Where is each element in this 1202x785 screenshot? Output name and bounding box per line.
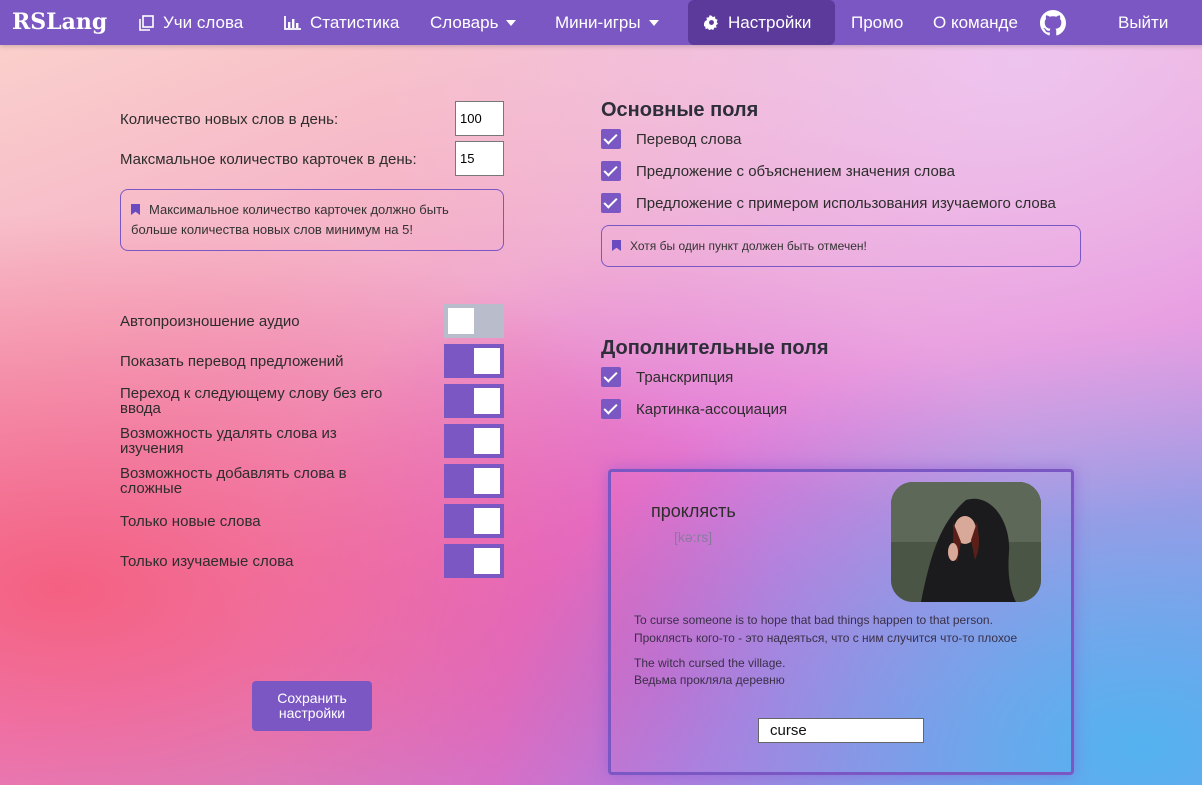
checkbox-label: Перевод слова xyxy=(636,131,742,148)
checkbox-label: Картинка-ассоциация xyxy=(636,401,788,418)
gear-icon xyxy=(704,15,719,30)
toggle-skip-input[interactable] xyxy=(444,384,504,418)
card-word: проклясть xyxy=(651,501,736,521)
checkbox-association-image[interactable] xyxy=(601,399,621,419)
main-fields-note-text: Хотя бы один пункт должен быть отмечен! xyxy=(630,239,867,253)
logo[interactable]: RSLang xyxy=(12,9,107,35)
top-navbar: RSLang Учи слова Статистика Словарь Мини… xyxy=(0,0,1202,45)
toggle-autoplay-audio[interactable] xyxy=(444,304,504,338)
extra-fields-title: Дополнительные поля xyxy=(601,337,829,359)
toggle-knob xyxy=(474,428,500,454)
save-settings-label: Сохранить настройки xyxy=(277,690,347,721)
nav-team-label: О команде xyxy=(933,12,1018,32)
nav-minigames-dropdown[interactable]: Мини-игры xyxy=(555,0,659,45)
toggle-label-autoplay: Автопроизношение аудио xyxy=(120,313,300,330)
toggle-knob xyxy=(474,388,500,414)
association-image xyxy=(891,482,1041,602)
checkbox-label: Предложение с примером использования изу… xyxy=(636,195,1056,212)
github-icon[interactable] xyxy=(1040,0,1066,45)
checkbox-transcription[interactable] xyxy=(601,367,621,387)
save-settings-button[interactable]: Сохранить настройки xyxy=(252,681,372,731)
checkbox-example-sentence[interactable] xyxy=(601,193,621,213)
cards-limit-note: Максимальное количество карточек должно … xyxy=(120,189,504,251)
bookmark-icon xyxy=(131,204,140,215)
toggle-label-only-new: Только новые слова xyxy=(120,513,261,530)
nav-dictionary-label: Словарь xyxy=(430,12,499,32)
checkbox-label: Транскрипция xyxy=(636,369,734,386)
nav-minigames-label: Мини-игры xyxy=(555,12,641,32)
checkbox-meaning-sentence[interactable] xyxy=(601,161,621,181)
nav-promo[interactable]: Промо xyxy=(851,0,903,45)
toggle-knob xyxy=(474,348,500,374)
nav-settings[interactable]: Настройки xyxy=(688,0,835,45)
toggle-show-translation[interactable] xyxy=(444,344,504,378)
nav-learn-words-label: Учи слова xyxy=(163,12,244,32)
toggle-knob xyxy=(448,308,474,334)
toggle-knob xyxy=(474,468,500,494)
toggle-label-delete-words: Возможность удалять слова из изучения xyxy=(120,425,337,457)
bookmark-icon xyxy=(612,240,621,251)
chevron-down-icon xyxy=(648,19,659,26)
card-transcription: [kə:rs] xyxy=(674,529,713,545)
toggle-label-add-difficult: Возможность добавлять слова в сложные xyxy=(120,465,347,497)
new-words-input[interactable] xyxy=(455,101,504,136)
nav-dictionary-dropdown[interactable]: Словарь xyxy=(430,0,517,45)
logout-label: Выйти xyxy=(1118,12,1169,32)
max-cards-label: Максмальное количество карточек в день: xyxy=(120,151,417,168)
toggle-label-show-translation: Показать перевод предложений xyxy=(120,353,344,370)
card-example-en: The witch cursed the village. xyxy=(634,656,786,670)
logout-button[interactable]: Выйти xyxy=(1118,0,1168,45)
checkbox-label: Предложение с объяснением значения слова xyxy=(636,163,955,180)
nav-promo-label: Промо xyxy=(851,12,904,32)
toggle-label-skip-input: Переход к следующему слову без его ввода xyxy=(120,385,383,417)
toggle-delete-words[interactable] xyxy=(444,424,504,458)
toggle-knob xyxy=(474,548,500,574)
toggle-knob xyxy=(474,508,500,534)
toggle-only-learning[interactable] xyxy=(444,544,504,578)
answer-input[interactable]: curse xyxy=(758,718,924,743)
card-meaning-ru: Проклясть кого-то - это надеяться, что с… xyxy=(634,631,1018,645)
main-fields-title: Основные поля xyxy=(601,99,759,121)
nav-learn-words[interactable]: Учи слова xyxy=(139,0,243,45)
card-meaning-en: To curse someone is to hope that bad thi… xyxy=(634,613,993,627)
nav-team[interactable]: О команде xyxy=(933,0,1018,45)
card-example-ru: Ведьма прокляла деревню xyxy=(634,673,785,687)
toggle-only-new[interactable] xyxy=(444,504,504,538)
cards-limit-note-text: Максимальное количество карточек должно … xyxy=(131,202,449,237)
chevron-down-icon xyxy=(506,19,517,26)
max-cards-input[interactable] xyxy=(455,141,504,176)
toggle-add-difficult[interactable] xyxy=(444,464,504,498)
nav-settings-label: Настройки xyxy=(728,12,812,32)
toggle-label-only-learning: Только изучаемые слова xyxy=(120,553,294,570)
nav-statistics[interactable]: Статистика xyxy=(284,0,399,45)
bar-chart-icon xyxy=(284,15,301,30)
new-words-label: Количество новых слов в день: xyxy=(120,111,339,128)
main-fields-note: Хотя бы один пункт должен быть отмечен! xyxy=(601,225,1081,267)
nav-statistics-label: Статистика xyxy=(310,12,400,32)
checkbox-word-translation[interactable] xyxy=(601,129,621,149)
copy-icon xyxy=(139,14,154,31)
